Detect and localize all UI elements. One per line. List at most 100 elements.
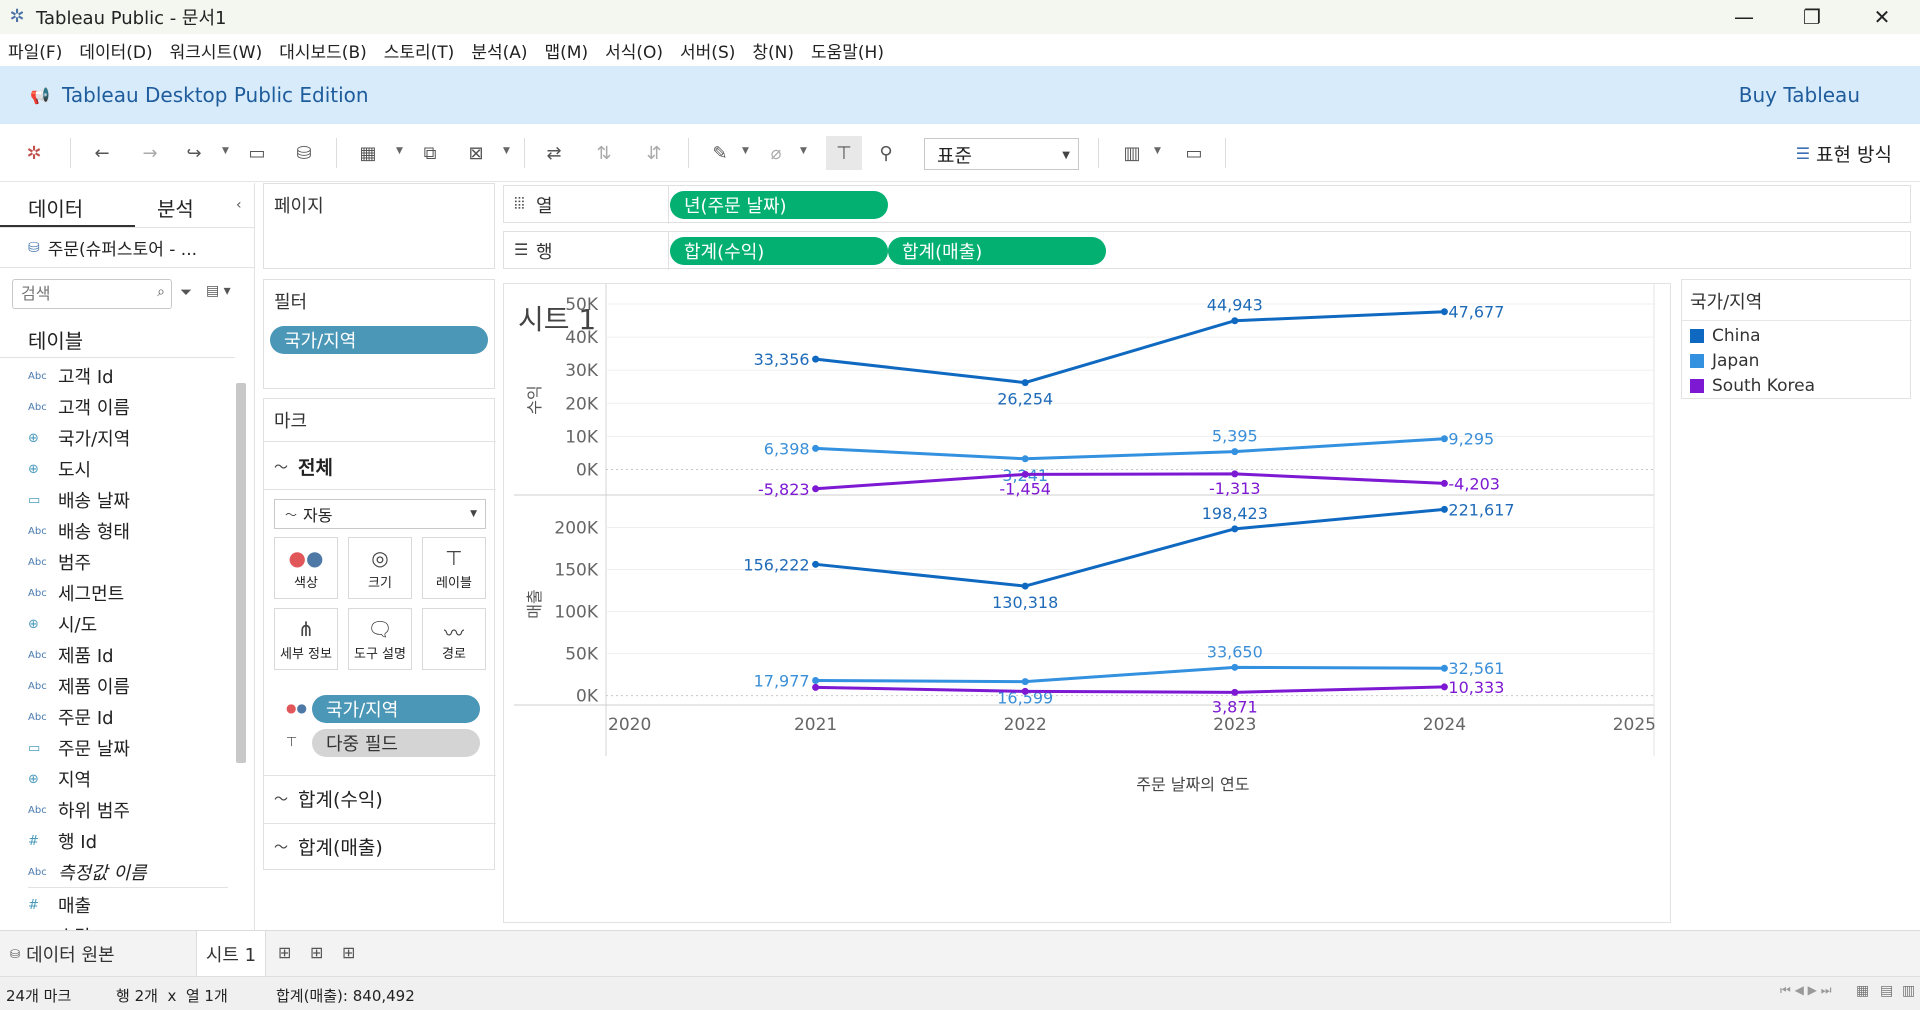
color-button[interactable]: ●● 색상 bbox=[274, 537, 338, 599]
field-item[interactable]: ▭ 배송 날짜 bbox=[28, 487, 130, 513]
new-sheet-icon[interactable]: ▦ bbox=[354, 140, 382, 166]
collapse-pane-icon[interactable]: ‹ bbox=[236, 197, 242, 213]
y-tick-label: 100K bbox=[554, 603, 598, 623]
field-item[interactable]: ⊕ 시/도 bbox=[28, 611, 97, 637]
cards-icon[interactable]: ▥ bbox=[1118, 140, 1146, 166]
path-button[interactable]: 〰 경로 bbox=[422, 608, 486, 670]
columns-pill-year[interactable]: 년(주문 날짜) bbox=[670, 191, 888, 219]
rows-pill-sales[interactable]: 합계(매출) bbox=[888, 237, 1106, 265]
sort-descending-icon[interactable]: ⇵ bbox=[640, 140, 668, 166]
field-item[interactable]: Abc 측정값 이름 bbox=[28, 859, 147, 885]
group-members-icon[interactable]: ⌀ bbox=[762, 140, 790, 166]
data-label: 33,356 bbox=[754, 350, 810, 369]
mark-type-dropdown[interactable]: 〜 자동 ▼ bbox=[274, 499, 486, 529]
save-icon[interactable]: ▭ bbox=[243, 140, 271, 166]
close-button[interactable]: ✕ bbox=[1852, 0, 1912, 34]
show-me-button[interactable]: ☰ 표현 방식 bbox=[1796, 140, 1892, 167]
highlight-icon[interactable]: ✎ bbox=[706, 140, 734, 166]
menu-window[interactable]: 창(N) bbox=[752, 38, 794, 63]
filmstrip-icon[interactable]: ▤ bbox=[1880, 983, 1893, 999]
label-encoding-pill[interactable]: 다중 필드 bbox=[312, 729, 480, 757]
worksheet-view[interactable]: 시트 1 50K 40K 30K 20K 10K 0K 수익 33,356 26,254 44,9… bbox=[503, 283, 1671, 923]
field-item[interactable]: Abc 고객 이름 bbox=[28, 394, 130, 420]
minimize-button[interactable]: — bbox=[1714, 0, 1774, 34]
fit-dropdown[interactable]: 표준 ▼ bbox=[924, 138, 1079, 170]
scrollbar-thumb[interactable] bbox=[236, 383, 246, 763]
new-datasource-icon[interactable]: ⛁ bbox=[290, 140, 318, 166]
status-sum: 합계(매출): 840,492 bbox=[276, 987, 415, 1005]
filter-pill-country[interactable]: 국가/지역 bbox=[270, 326, 488, 354]
tab-data[interactable]: 데이터 bbox=[28, 193, 83, 222]
legend-item-japan[interactable]: Japan bbox=[1690, 351, 1759, 371]
tab-sheet-1[interactable]: 시트 1 bbox=[196, 931, 266, 977]
rows-shelf[interactable]: ☰ 행 합계(수익) 합계(매출) bbox=[503, 231, 1911, 270]
view-options-icon[interactable]: ▤ ▾ bbox=[206, 283, 231, 299]
field-item[interactable]: Abc 범주 bbox=[28, 549, 91, 575]
redo-icon[interactable]: → bbox=[136, 140, 164, 166]
menu-format[interactable]: 서식(O) bbox=[605, 38, 663, 63]
duplicate-sheet-icon[interactable]: ⧉ bbox=[416, 140, 444, 166]
rows-pill-profit[interactable]: 합계(수익) bbox=[670, 237, 888, 265]
swap-rows-columns-icon[interactable]: ⇄ bbox=[540, 140, 568, 166]
clear-sheet-icon[interactable]: ⊠ bbox=[462, 140, 490, 166]
new-worksheet-icon[interactable]: ⊞ bbox=[278, 943, 291, 962]
menu-file[interactable]: 파일(F) bbox=[8, 38, 62, 63]
show-mark-labels-icon[interactable]: ⊤ bbox=[826, 136, 862, 170]
sort-ascending-icon[interactable]: ⇅ bbox=[590, 140, 618, 166]
menu-analysis[interactable]: 분석(A) bbox=[471, 38, 527, 63]
sheet-navigation-icon[interactable]: ⏮ ◀ ▶ ⏭ bbox=[1780, 983, 1832, 998]
menu-story[interactable]: 스토리(T) bbox=[384, 38, 455, 63]
field-item[interactable]: Abc 세그먼트 bbox=[28, 580, 124, 606]
columns-shelf[interactable]: ⦙⦙⦙ 열 년(주문 날짜) bbox=[503, 185, 1911, 224]
color-encoding-pill[interactable]: 국가/지역 bbox=[312, 695, 480, 723]
edition-banner: 📢 Tableau Desktop Public Edition Buy Tab… bbox=[0, 66, 1920, 124]
menu-data[interactable]: 데이터(D) bbox=[79, 38, 152, 63]
marks-profit-tab[interactable]: 〜 합계(수익) bbox=[274, 785, 383, 812]
tabs-icon[interactable]: ▥ bbox=[1902, 983, 1915, 999]
search-input[interactable] bbox=[13, 280, 143, 306]
marks-all-tab[interactable]: 〜 전체 bbox=[274, 453, 333, 480]
field-item[interactable]: Abc 주문 Id bbox=[28, 704, 114, 730]
field-item[interactable]: # 행 Id bbox=[28, 828, 97, 854]
datasource-item[interactable]: ⛁ 주문(슈퍼스토어 - ... bbox=[28, 235, 197, 261]
filter-fields-icon[interactable]: ⏷ bbox=[180, 283, 192, 301]
menu-dashboard[interactable]: 대시보드(B) bbox=[279, 38, 367, 63]
fit-value: 표준 bbox=[937, 144, 972, 167]
marks-sales-tab[interactable]: 〜 합계(매출) bbox=[274, 833, 383, 860]
presentation-mode-icon[interactable]: ▭ bbox=[1180, 140, 1208, 166]
fix-axes-icon[interactable]: ⚲ bbox=[872, 140, 900, 166]
line-chart[interactable]: 50K 40K 30K 20K 10K 0K 수익 33,356 26,254 44,943 47,… bbox=[504, 284, 1672, 924]
field-item[interactable]: Abc 배송 형태 bbox=[28, 518, 130, 544]
field-item[interactable]: # 매출 bbox=[28, 892, 91, 918]
buy-tableau-link[interactable]: Buy Tableau bbox=[1739, 83, 1860, 107]
menu-map[interactable]: 맵(M) bbox=[545, 38, 589, 63]
new-story-icon[interactable]: ⊞ bbox=[342, 943, 355, 962]
tableau-home-icon[interactable]: ✲ bbox=[20, 140, 48, 166]
new-dashboard-icon[interactable]: ⊞ bbox=[310, 943, 323, 962]
sheet-sorter-icon[interactable]: ▦ bbox=[1856, 983, 1869, 999]
detail-button[interactable]: ⋔ 세부 정보 bbox=[274, 608, 338, 670]
label-button[interactable]: ⊤ 레이블 bbox=[422, 537, 486, 599]
size-button[interactable]: ◎ 크기 bbox=[348, 537, 412, 599]
undo-icon[interactable]: ← bbox=[88, 140, 116, 166]
pages-shelf[interactable]: 페이지 bbox=[263, 183, 495, 269]
field-item[interactable]: Abc 제품 이름 bbox=[28, 673, 130, 699]
menu-server[interactable]: 서버(S) bbox=[680, 38, 735, 63]
field-item[interactable]: Abc 하위 범주 bbox=[28, 797, 130, 823]
replay-icon[interactable]: ↪ bbox=[180, 140, 208, 166]
filters-shelf[interactable]: 필터 국가/지역 bbox=[263, 279, 495, 389]
menu-help[interactable]: 도움말(H) bbox=[811, 38, 884, 63]
field-item[interactable]: Abc 제품 Id bbox=[28, 642, 114, 668]
field-item[interactable]: ⊕ 도시 bbox=[28, 456, 91, 482]
field-item[interactable]: ▭ 주문 날짜 bbox=[28, 735, 130, 761]
maximize-button[interactable]: ❐ bbox=[1782, 0, 1842, 34]
menu-worksheet[interactable]: 워크시트(W) bbox=[170, 38, 263, 63]
tab-analysis[interactable]: 분석 bbox=[157, 193, 194, 222]
field-item[interactable]: ⊕ 국가/지역 bbox=[28, 425, 130, 451]
legend-item-china[interactable]: China bbox=[1690, 326, 1761, 346]
tooltip-button[interactable]: 🗨 도구 설명 bbox=[348, 608, 412, 670]
datasource-tab[interactable]: ⛁ 데이터 원본 bbox=[10, 941, 115, 967]
legend-item-south-korea[interactable]: South Korea bbox=[1690, 376, 1815, 396]
field-item[interactable]: Abc 고객 Id bbox=[28, 363, 114, 389]
field-item[interactable]: ⊕ 지역 bbox=[28, 766, 91, 792]
